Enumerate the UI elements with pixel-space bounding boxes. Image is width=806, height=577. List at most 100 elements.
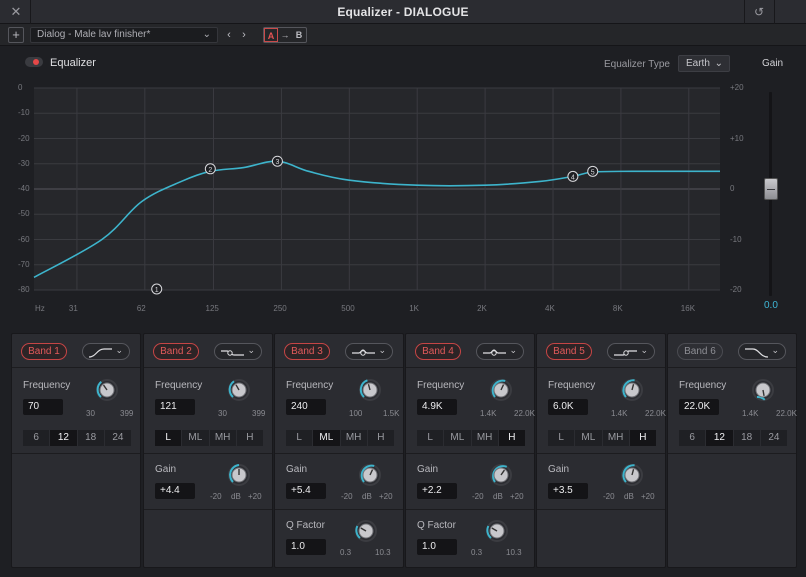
frequency-knob[interactable] [752,379,774,401]
option-24[interactable]: 24 [104,430,131,446]
chevron-down-icon: ⌄ [115,345,123,355]
band-node-label: 5 [591,169,595,176]
option-24[interactable]: 24 [760,430,787,446]
gain-knob[interactable] [359,464,381,486]
filter-shape-select[interactable]: ⌄ [345,343,393,360]
frequency-max-label: 22.0K [514,409,535,418]
frequency-knob[interactable] [621,379,643,401]
option-l[interactable]: L [417,430,445,446]
y-axis-label-left: -30 [18,158,30,168]
option-mh[interactable]: MH [209,430,237,446]
frequency-section: Frequency 121 30 399 L ML MH H [144,368,272,454]
filter-shape-select[interactable]: ⌄ [738,343,786,360]
filter-shape-select[interactable]: ⌄ [214,343,262,360]
option-h[interactable]: H [236,430,263,446]
add-preset-button[interactable]: + [8,27,24,43]
chevron-down-icon: ⌄ [202,29,211,40]
option-mh[interactable]: MH [602,430,630,446]
gain-knob[interactable] [490,464,512,486]
y-axis-label-left: -20 [18,133,30,143]
frequency-max-label: 22.0K [776,409,797,418]
bell-icon [483,349,506,356]
q-factor-max-label: 10.3 [375,548,391,557]
option-18[interactable]: 18 [77,430,105,446]
chevron-down-icon: ⌄ [771,345,779,355]
y-axis-label-left: -70 [18,259,30,269]
option-18[interactable]: 18 [733,430,761,446]
y-axis-label-right: -10 [730,234,742,244]
option-6[interactable]: 6 [23,430,51,446]
band-header: Band 5 ⌄ [537,334,665,368]
frequency-min-label: 1.4K [480,409,497,418]
option-h[interactable]: H [498,430,525,446]
divider [774,0,775,24]
option-6[interactable]: 6 [679,430,707,446]
option-l[interactable]: L [548,430,576,446]
option-12[interactable]: 12 [706,430,734,446]
equalizer-label: Equalizer [50,57,96,69]
option-mh[interactable]: MH [471,430,499,446]
frequency-knob[interactable] [96,379,118,401]
a-button[interactable]: A [264,28,278,42]
band-header: Band 3 ⌄ [275,334,403,368]
x-axis-label: 31 [68,304,78,313]
band-enable-button[interactable]: Band 2 [153,343,199,360]
eq-graph[interactable]: 1 2 3 4 5 0 -10 -20 -30 -40 -50 -60 -70 -80 +20 +10 0 -1… [0,80,806,320]
filter-shape-select[interactable]: ⌄ [82,343,130,360]
q-factor-section: Q Factor 1.0 0.3 10.3 [275,510,403,568]
preset-dropdown[interactable]: Dialog - Male lav finisher* ⌄ [30,27,218,43]
option-ml[interactable]: ML [444,430,472,446]
frequency-knob[interactable] [228,379,250,401]
reset-icon[interactable]: ↺ [750,4,768,20]
option-ml[interactable]: ML [313,430,341,446]
filter-shape-select[interactable]: ⌄ [607,343,655,360]
option-l[interactable]: L [155,430,183,446]
band-enable-button[interactable]: Band 1 [21,343,67,360]
gain-fader-handle[interactable] [764,178,778,200]
frequency-section: Frequency 4.9K 1.4K 22.0K L ML MH H [406,368,535,454]
band-enable-button[interactable]: Band 4 [415,343,461,360]
q-factor-knob[interactable] [486,520,508,542]
filter-shape-select[interactable]: ⌄ [476,343,524,360]
gain-label: Gain [762,58,784,69]
x-axis-label: 500 [341,304,355,313]
option-l[interactable]: L [286,430,314,446]
frequency-knob[interactable] [359,379,381,401]
window-title: Equalizer - DIALOGUE [337,5,469,19]
x-axis-label: 2K [477,304,487,313]
option-mh[interactable]: MH [340,430,368,446]
x-axis-label: 62 [136,304,146,313]
equalizer-toggle[interactable] [25,57,43,67]
equalizer-type-select[interactable]: Earth ⌄ [678,55,730,72]
option-h[interactable]: H [629,430,656,446]
gain-knob[interactable] [621,464,643,486]
chevron-down-icon: ⌄ [714,58,723,69]
option-ml[interactable]: ML [575,430,603,446]
previous-preset-button[interactable]: ‹ [222,27,236,43]
option-ml[interactable]: ML [182,430,210,446]
range-selector: L ML MH H [417,430,525,446]
frequency-min-label: 100 [349,409,363,418]
y-axis-label-left: -80 [18,285,30,294]
frequency-min-label: 1.4K [611,409,628,418]
q-factor-knob[interactable] [355,520,377,542]
b-button[interactable]: B [292,28,306,42]
frequency-min-label: 30 [86,409,95,418]
slope-selector: 6 12 18 24 [23,430,131,446]
option-12[interactable]: 12 [50,430,78,446]
gain-knob[interactable] [228,464,250,486]
band-header: Band 4 ⌄ [406,334,534,368]
next-preset-button[interactable]: › [237,27,251,43]
band-enable-button[interactable]: Band 3 [284,343,330,360]
eq-curve-canvas[interactable]: 1 2 3 4 5 [0,80,806,320]
gain-min-label: -20 [210,492,222,501]
copy-a-to-b-button[interactable]: → [278,28,292,42]
q-factor-min-label: 0.3 [340,548,352,557]
band-enable-button[interactable]: Band 5 [546,343,592,360]
band-node-label: 4 [571,174,575,181]
option-h[interactable]: H [367,430,394,446]
frequency-knob[interactable] [490,379,512,401]
band-enable-button[interactable]: Band 6 [677,343,723,360]
x-axis-label: 16K [680,304,696,313]
divider [744,0,745,24]
